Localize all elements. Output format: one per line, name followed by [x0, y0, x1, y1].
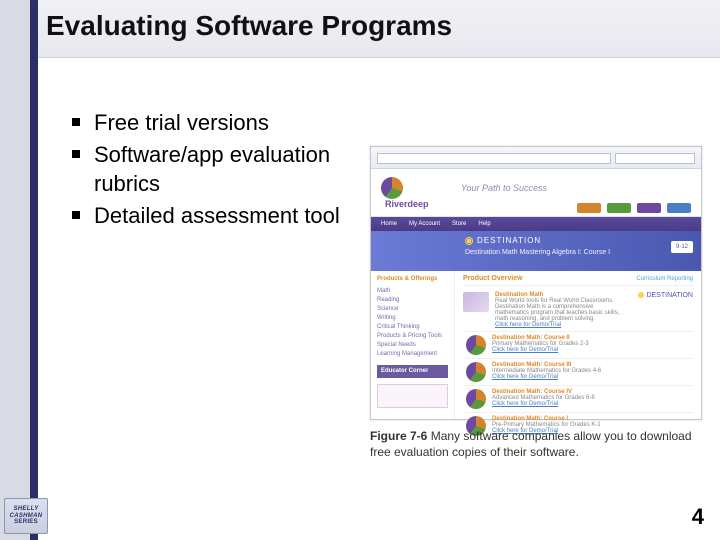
- brand-name: Riverdeep: [385, 199, 429, 209]
- site-logo: Riverdeep: [381, 177, 441, 207]
- content-area: Product Overview Curriculum Reporting De…: [455, 271, 701, 419]
- top-icon: [667, 203, 691, 213]
- list-item: Destination Math: Course III Intermediat…: [463, 359, 693, 386]
- tagline: Your Path to Success: [461, 183, 547, 193]
- sidebar-header: Products & Offerings: [377, 275, 448, 284]
- address-bar: [377, 153, 611, 164]
- nav-item: Help: [478, 221, 490, 227]
- series-line: SHELLY: [13, 506, 38, 513]
- browser-chrome: [371, 147, 701, 169]
- left-rail-light: [0, 0, 30, 540]
- promo-brand-text: DESTINATION: [477, 236, 541, 245]
- item-link: Click here for Demo/Trial: [492, 374, 693, 380]
- left-rail: [0, 0, 46, 540]
- embedded-screenshot: Riverdeep Your Path to Success Home My A…: [370, 146, 702, 420]
- item-badge-text: DESTINATION: [646, 292, 693, 299]
- nav-item: My Account: [409, 221, 440, 227]
- nav-bar: Home My Account Store Help: [371, 217, 701, 231]
- item-link: Click here for Demo/Trial: [492, 401, 693, 407]
- item-thumb-swirl-icon: [466, 335, 486, 355]
- sidebar: Products & Offerings Math Reading Scienc…: [371, 271, 455, 419]
- tab-title-box: [615, 153, 695, 164]
- item-link: Click here for Demo/Trial: [495, 322, 623, 328]
- sidebar-item: Reading: [377, 296, 448, 305]
- sidebar-item: Science: [377, 305, 448, 314]
- slide-title: Evaluating Software Programs: [46, 10, 452, 42]
- list-item: Destination Math: Course IV Advanced Mat…: [463, 386, 693, 413]
- content-header: Product Overview: [463, 275, 523, 282]
- top-icon: [637, 203, 661, 213]
- page-number: 4: [692, 504, 704, 530]
- sidebar-item: Critical Thinking: [377, 323, 448, 332]
- item-thumb: [463, 292, 489, 312]
- bullet-item: Software/app evaluation rubrics: [72, 140, 352, 199]
- top-icon-row: [577, 203, 691, 213]
- item-badge: DESTINATION: [629, 292, 693, 328]
- sun-icon: [465, 237, 473, 245]
- sidebar-item: Products & Pricing Tools: [377, 332, 448, 341]
- top-icon: [607, 203, 631, 213]
- series-line: SERIES: [14, 519, 38, 526]
- nav-item: Store: [452, 221, 466, 227]
- sidebar-educator-header: Educator Corner: [377, 365, 448, 378]
- sun-icon: [638, 292, 644, 298]
- item-desc: Real World tools for Real World Classroo…: [495, 298, 623, 322]
- content-header-row: Product Overview Curriculum Reporting: [463, 275, 693, 286]
- nav-item: Home: [381, 221, 397, 227]
- item-text: Destination Math: Course II Primary Math…: [492, 335, 693, 355]
- logo-swirl-icon: [381, 177, 403, 199]
- sidebar-item: Special Needs: [377, 341, 448, 350]
- bullet-item: Free trial versions: [72, 108, 352, 138]
- sidebar-item: Learning Management: [377, 350, 448, 359]
- grade-badge: 9-12: [671, 241, 693, 253]
- item-thumb-swirl-icon: [466, 362, 486, 382]
- top-icon: [577, 203, 601, 213]
- figure-caption: Figure 7-6 Many software companies allow…: [370, 428, 702, 460]
- item-text: Destination Math Real World tools for Re…: [495, 292, 623, 328]
- promo-banner: DESTINATION Destination Math Mastering A…: [371, 231, 701, 271]
- page-body: Products & Offerings Math Reading Scienc…: [371, 271, 701, 419]
- sidebar-promo-box: [377, 384, 448, 408]
- promo-subline: Destination Math Mastering Algebra I: Co…: [465, 249, 610, 256]
- page-header: Riverdeep Your Path to Success: [371, 169, 701, 217]
- left-rail-dark: [30, 0, 38, 540]
- item-text: Destination Math: Course III Intermediat…: [492, 362, 693, 382]
- promo-brand: DESTINATION: [465, 236, 541, 245]
- item-text: Destination Math: Course IV Advanced Mat…: [492, 389, 693, 409]
- list-item: Destination Math: Course II Primary Math…: [463, 332, 693, 359]
- series-line: CASHMAN: [10, 513, 43, 520]
- series-badge: SHELLY CASHMAN SERIES: [4, 498, 48, 534]
- bullet-list: Free trial versions Software/app evaluat…: [72, 108, 352, 233]
- content-header-links: Curriculum Reporting: [636, 276, 693, 282]
- list-item: Destination Math Real World tools for Re…: [463, 289, 693, 332]
- figure-number: Figure 7-6: [370, 429, 427, 443]
- sidebar-item: Writing: [377, 314, 448, 323]
- item-link: Click here for Demo/Trial: [492, 347, 693, 353]
- bullet-item: Detailed assessment tool: [72, 201, 352, 231]
- sidebar-item: Math: [377, 287, 448, 296]
- slide: Evaluating Software Programs Free trial …: [0, 0, 720, 540]
- item-thumb-swirl-icon: [466, 389, 486, 409]
